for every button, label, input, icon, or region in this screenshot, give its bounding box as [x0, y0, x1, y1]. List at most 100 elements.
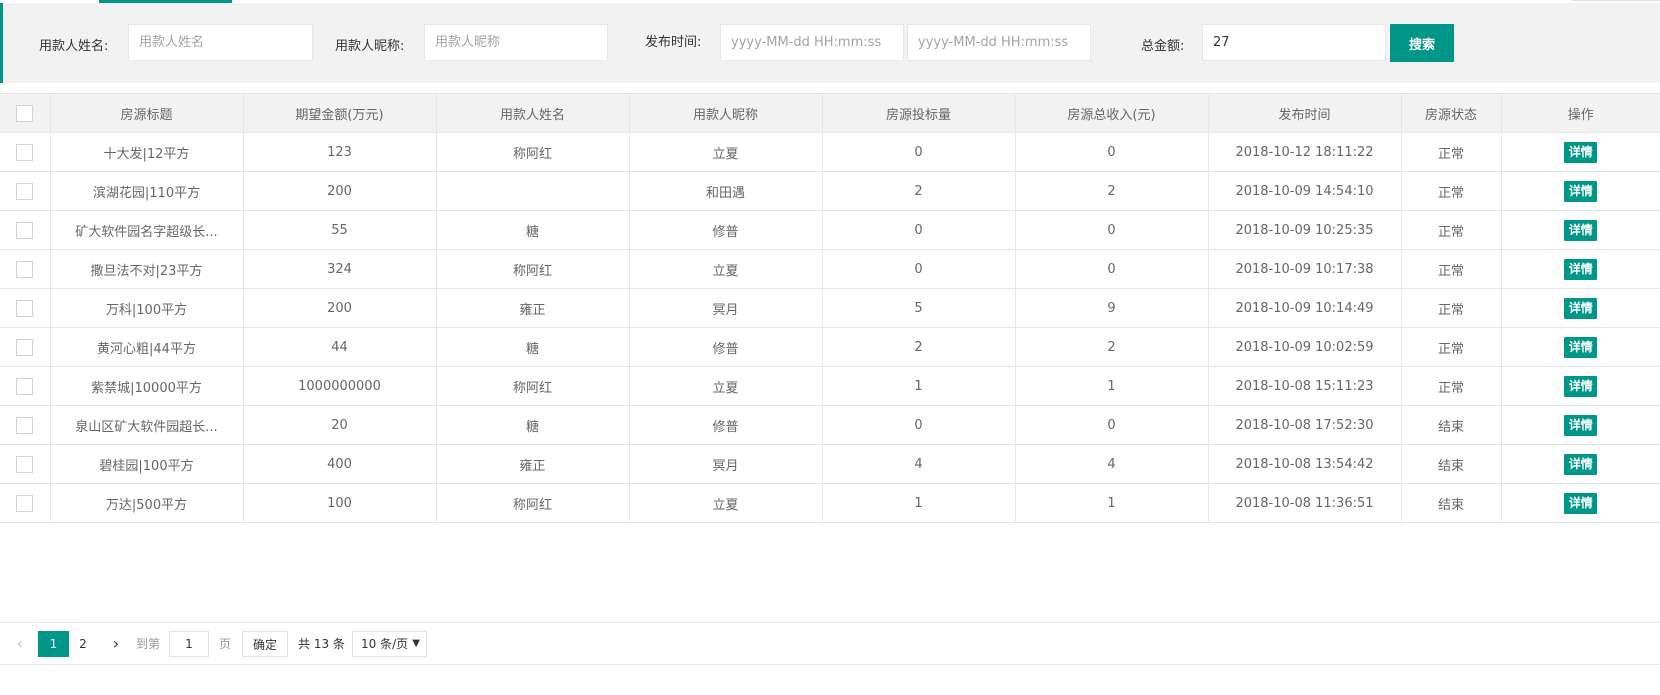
cell-status: 正常 — [1400, 327, 1502, 367]
row-select-cell[interactable] — [0, 366, 51, 406]
table-row: 万科|100平方 200 雍正 冥月 5 9 2018-10-09 10:14:49 正常 详情 — [0, 288, 1660, 328]
detail-button[interactable]: 详情 — [1564, 141, 1598, 163]
detail-button[interactable]: 详情 — [1564, 492, 1598, 514]
row-select-cell[interactable] — [0, 210, 51, 250]
cell-amount: 200 — [242, 288, 437, 328]
page-2-button[interactable]: 2 — [73, 631, 93, 657]
borrower-name-label: 用款人姓名: — [39, 39, 109, 54]
row-checkbox[interactable] — [16, 143, 34, 161]
row-checkbox[interactable] — [16, 416, 34, 434]
row-actions-cell: 详情 — [1500, 327, 1660, 367]
row-checkbox[interactable] — [16, 182, 34, 200]
goto-page-input[interactable] — [169, 631, 209, 657]
cell-status: 正常 — [1400, 288, 1502, 328]
row-checkbox[interactable] — [16, 494, 34, 512]
row-select-cell[interactable] — [0, 405, 51, 445]
cell-amount: 400 — [242, 444, 437, 484]
total-amount-label: 总金额: — [1141, 39, 1185, 54]
cell-income: 9 — [1014, 288, 1209, 328]
detail-button[interactable]: 详情 — [1564, 375, 1598, 397]
cell-borrower-name: 称阿红 — [435, 366, 630, 406]
cell-borrower-name: 称阿红 — [435, 132, 630, 172]
cell-bids: 0 — [821, 249, 1016, 289]
header-select-all[interactable] — [0, 93, 51, 133]
row-checkbox[interactable] — [16, 260, 34, 278]
row-actions-cell: 详情 — [1500, 405, 1660, 445]
cell-borrower-nick: 立夏 — [628, 249, 823, 289]
row-select-cell[interactable] — [0, 444, 51, 484]
row-checkbox[interactable] — [16, 338, 34, 356]
row-checkbox[interactable] — [16, 455, 34, 473]
borrower-nick-label: 用款人昵称: — [335, 39, 405, 54]
cell-bids: 4 — [821, 444, 1016, 484]
cell-title: 万达|500平方 — [49, 483, 244, 523]
page-size-select[interactable]: 10 条/页 ▼ — [352, 631, 427, 657]
col-header-income: 房源总收入(元) — [1014, 93, 1209, 133]
next-page-icon[interactable]: › — [108, 631, 124, 657]
row-select-cell[interactable] — [0, 171, 51, 211]
detail-button[interactable]: 详情 — [1564, 297, 1598, 319]
cell-title: 滨湖花园|110平方 — [49, 171, 244, 211]
goto-confirm-button[interactable]: 确定 — [242, 631, 288, 657]
cell-borrower-name: 雍正 — [435, 444, 630, 484]
select-all-checkbox[interactable] — [16, 104, 34, 122]
row-checkbox[interactable] — [16, 377, 34, 395]
cell-status: 结束 — [1400, 444, 1502, 484]
cell-status: 正常 — [1400, 171, 1502, 211]
total-amount-input[interactable] — [1202, 24, 1386, 61]
row-select-cell[interactable] — [0, 249, 51, 289]
cell-income: 2 — [1014, 327, 1209, 367]
table-row: 十大发|12平方 123 称阿红 立夏 0 0 2018-10-12 18:11:22 正常详… — [0, 132, 1660, 172]
prev-page-icon[interactable]: ‹ — [12, 631, 28, 657]
cell-title: 紫禁城|10000平方 — [49, 366, 244, 406]
cell-bids: 0 — [821, 405, 1016, 445]
cell-publish-time: 2018-10-08 17:52:30 — [1207, 405, 1402, 445]
cell-publish-time: 2018-10-08 11:36:51 — [1207, 483, 1402, 523]
detail-button[interactable]: 详情 — [1564, 258, 1598, 280]
row-select-cell[interactable] — [0, 132, 51, 172]
row-checkbox[interactable] — [16, 221, 34, 239]
cell-title: 万科|100平方 — [49, 288, 244, 328]
table-row: 黄河心粗|44平方 44 糖修普 2 2 2018-10-09 10:02:59 正常 详情 — [0, 327, 1660, 367]
borrower-nick-input[interactable] — [424, 24, 608, 61]
cell-publish-time: 2018-10-09 14:54:10 — [1207, 171, 1402, 211]
detail-button[interactable]: 详情 — [1564, 180, 1598, 202]
search-button[interactable]: 搜索 — [1390, 24, 1454, 62]
goto-label: 到第 — [136, 637, 161, 651]
cell-bids: 0 — [821, 210, 1016, 250]
col-header-status: 房源状态 — [1400, 93, 1502, 133]
publish-time-end-input[interactable] — [907, 24, 1091, 61]
table-row: 泉山区矿大软件园超长... 20 糖修普 0 0 2018-10-08 17:52:30 结… — [0, 405, 1660, 445]
cell-borrower-name: 糖 — [435, 405, 630, 445]
cell-borrower-nick: 修普 — [628, 327, 823, 367]
row-select-cell[interactable] — [0, 327, 51, 367]
cell-amount: 20 — [242, 405, 437, 445]
detail-button[interactable]: 详情 — [1564, 414, 1598, 436]
row-select-cell[interactable] — [0, 288, 51, 328]
cell-borrower-nick: 立夏 — [628, 483, 823, 523]
detail-button[interactable]: 详情 — [1564, 336, 1598, 358]
row-checkbox[interactable] — [16, 299, 34, 317]
col-header-publish-time: 发布时间 — [1207, 93, 1402, 133]
table-row: 紫禁城|10000平方 1000000000 称阿红 立夏 1 1 2018-10-08 1… — [0, 366, 1660, 406]
detail-button[interactable]: 详情 — [1564, 219, 1598, 241]
cell-income: 1 — [1014, 366, 1209, 406]
col-header-bids: 房源投标量 — [821, 93, 1016, 133]
row-actions-cell: 详情 — [1500, 288, 1660, 328]
page-1-button[interactable]: 1 — [38, 631, 69, 657]
cell-title: 泉山区矿大软件园超长... — [49, 405, 244, 445]
cell-publish-time: 2018-10-09 10:02:59 — [1207, 327, 1402, 367]
col-header-borrower-nick: 用款人昵称 — [628, 93, 823, 133]
cell-amount: 123 — [242, 132, 437, 172]
cell-status: 结束 — [1400, 405, 1502, 445]
publish-time-start-input[interactable] — [720, 24, 904, 61]
row-actions-cell: 详情 — [1500, 249, 1660, 289]
borrower-name-input[interactable] — [128, 24, 313, 61]
table-row: 滨湖花园|110平方 200 和田遇 2 2 2018-10-09 14:54:10 正常详… — [0, 171, 1660, 211]
cell-publish-time: 2018-10-09 10:14:49 — [1207, 288, 1402, 328]
cell-amount: 44 — [242, 327, 437, 367]
col-header-title: 房源标题 — [49, 93, 244, 133]
row-select-cell[interactable] — [0, 483, 51, 523]
detail-button[interactable]: 详情 — [1564, 453, 1598, 475]
cell-title: 十大发|12平方 — [49, 132, 244, 172]
